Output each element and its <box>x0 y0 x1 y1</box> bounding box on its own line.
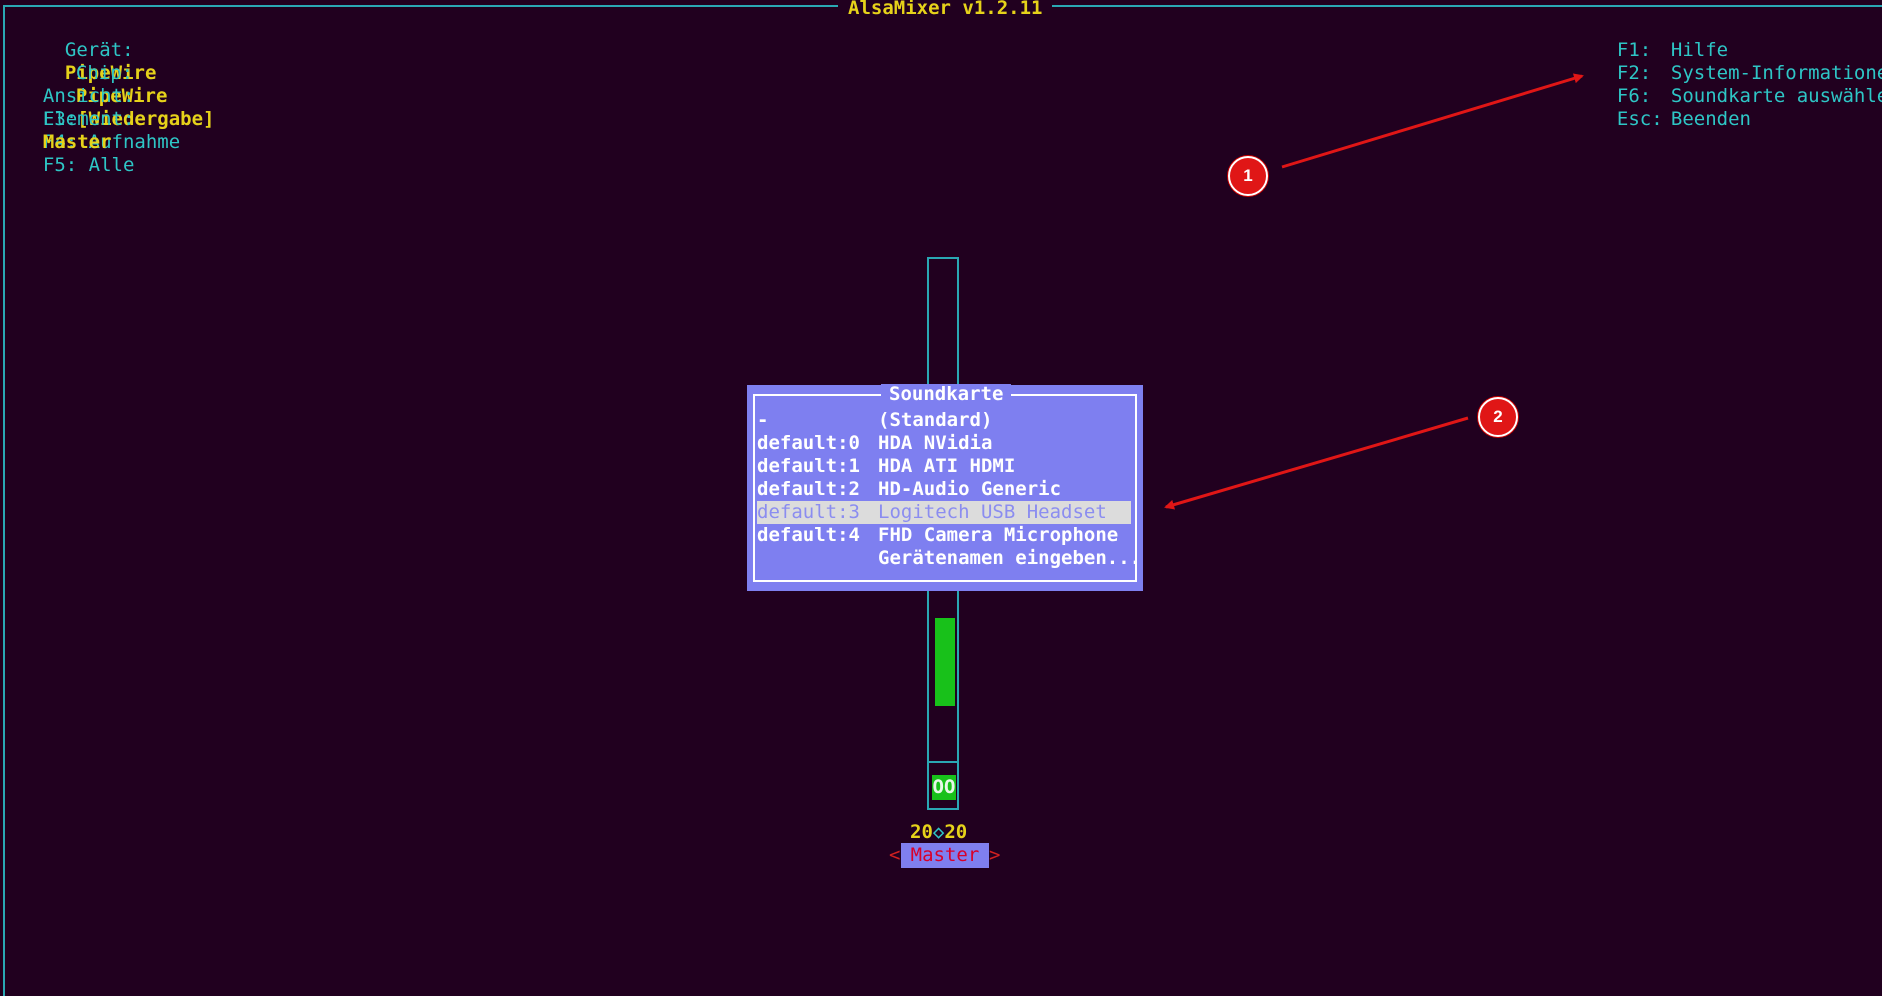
annotation-marker-1: 1 <box>1228 156 1268 196</box>
annotation-arrow-2 <box>1164 416 1469 510</box>
annotation-arrows <box>1164 73 1584 510</box>
annotation-marker-2: 2 <box>1478 397 1518 437</box>
annotation-arrow-1 <box>1281 73 1584 169</box>
